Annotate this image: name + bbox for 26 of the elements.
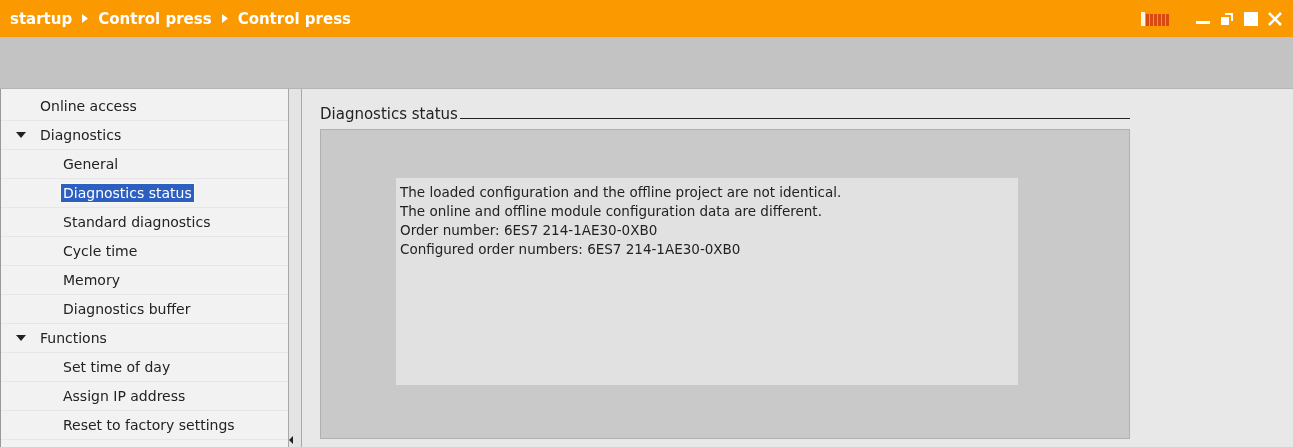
triangle-separator-icon — [82, 14, 89, 23]
maximize-icon[interactable] — [1243, 10, 1259, 27]
close-icon[interactable] — [1267, 10, 1283, 27]
tree-item[interactable]: Diagnostics buffer — [61, 300, 193, 318]
left-triangle-icon[interactable] — [289, 436, 293, 444]
status-bars-icon — [1141, 11, 1171, 26]
expanded-triangle-icon[interactable] — [16, 131, 26, 139]
tree-item[interactable]: General — [61, 155, 121, 173]
tree-item[interactable]: Reset to factory settings — [61, 416, 237, 434]
tree-item[interactable]: Functions — [38, 329, 109, 347]
status-message: The loaded configuration and the offline project are not identical. — [400, 183, 843, 202]
tree-item[interactable]: Online access — [38, 97, 139, 115]
status-message: The online and offline module configuration data are different. — [400, 202, 823, 221]
restore-icon[interactable] — [1219, 10, 1235, 27]
tree-item[interactable]: Diagnostics — [38, 126, 124, 144]
tree-item[interactable]: Set time of day — [61, 358, 173, 376]
tree-item[interactable]: Diagnostics status — [61, 184, 194, 202]
tree-item[interactable]: Cycle time — [61, 242, 140, 260]
tree-item[interactable]: Standard diagnostics — [61, 213, 213, 231]
status-message: Order number: 6ES7 214-1AE30-0XB0 — [400, 221, 659, 240]
triangle-separator-icon — [221, 14, 228, 23]
tree-item[interactable]: Assign IP address — [61, 387, 188, 405]
expanded-triangle-icon[interactable] — [16, 334, 26, 342]
status-message: Configured order numbers: 6ES7 214-1AE30-0XB0 — [400, 240, 742, 259]
section-title: Diagnostics status — [320, 105, 458, 123]
tree-item[interactable]: Memory — [61, 271, 122, 289]
